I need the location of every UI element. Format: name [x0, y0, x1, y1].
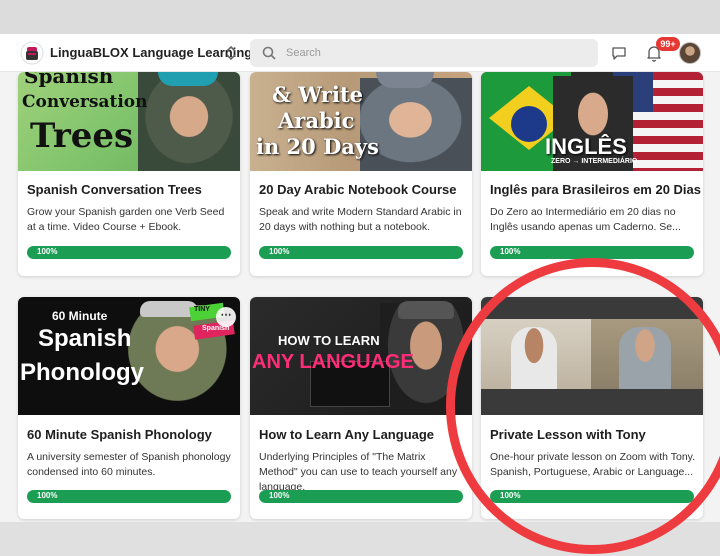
search-input[interactable] [286, 39, 586, 67]
browser-top-area [0, 0, 720, 34]
thumb-text: HOW TO LEARN [278, 333, 380, 348]
progress-bar: 100% [27, 246, 231, 259]
course-title[interactable]: Spanish Conversation Trees [27, 182, 202, 197]
notification-badge: 99+ [656, 37, 680, 51]
avatar[interactable] [679, 42, 701, 64]
chevron-updown-icon[interactable] [224, 43, 238, 63]
course-description: One-hour private lesson on Zoom with Ton… [490, 451, 696, 478]
course-thumbnail: HOW TO LEARN ANY LANGUAGE [250, 297, 472, 415]
course-thumbnail: TINY Spanish 60 Minute Spanish Phonology… [18, 297, 240, 415]
course-thumbnail [481, 297, 703, 415]
progress-bar: 100% [259, 490, 463, 503]
course-title[interactable]: 60 Minute Spanish Phonology [27, 427, 212, 442]
brand-name[interactable]: LinguaBLOX Language Learning [50, 45, 252, 60]
thumb-text: Phonology [20, 359, 144, 386]
course-title[interactable]: Inglês para Brasileiros em 20 Dias [490, 182, 701, 197]
course-card[interactable]: HOW TO LEARN ANY LANGUAGE How to Learn A… [250, 297, 472, 519]
thumb-text: Trees [30, 116, 134, 156]
course-description: Do Zero ao Intermediário em 20 dias no I… [490, 206, 681, 233]
search-bar[interactable] [250, 39, 598, 67]
thumb-text: & Write [272, 82, 364, 107]
course-grid: Spanish Conversation Trees Spanish Conve… [0, 72, 720, 522]
progress-label: 100% [37, 491, 58, 500]
course-description: A university semester of Spanish phonolo… [27, 451, 231, 478]
course-thumbnail: Spanish Conversation Trees [18, 72, 240, 171]
progress-label: 100% [269, 247, 290, 256]
progress-bar: 100% [27, 490, 231, 503]
course-title[interactable]: How to Learn Any Language [259, 427, 434, 442]
search-icon [262, 46, 276, 60]
progress-label: 100% [269, 491, 290, 500]
progress-label: 100% [37, 247, 58, 256]
course-description: Underlying Principles of "The Matrix Met… [259, 451, 458, 493]
course-thumbnail: INGLÊS ZERO → INTERMEDIÁRIO [481, 72, 703, 171]
thumb-text: Spanish [24, 72, 114, 88]
course-card[interactable]: & Write Arabic in 20 Days 20 Day Arabic … [250, 72, 472, 276]
logo-icon[interactable] [20, 41, 44, 65]
course-title[interactable]: Private Lesson with Tony [490, 427, 646, 442]
course-card[interactable]: Private Lesson with Tony One-hour privat… [481, 297, 703, 519]
thumb-text: INGLÊS [545, 134, 627, 159]
thumb-text: Spanish [38, 325, 132, 352]
thumb-text: Arabic [278, 108, 355, 133]
course-thumbnail: & Write Arabic in 20 Days [250, 72, 472, 171]
course-card[interactable]: Spanish Conversation Trees Spanish Conve… [18, 72, 240, 276]
course-title[interactable]: 20 Day Arabic Notebook Course [259, 182, 456, 197]
progress-bar: 100% [490, 246, 694, 259]
thumb-text: Conversation [22, 92, 148, 112]
more-options-icon[interactable]: ⋯ [216, 307, 236, 327]
progress-bar: 100% [259, 246, 463, 259]
progress-label: 100% [500, 247, 521, 256]
chat-icon[interactable] [611, 45, 627, 61]
course-card[interactable]: TINY Spanish 60 Minute Spanish Phonology… [18, 297, 240, 519]
app-header: LinguaBLOX Language Learning 99+ [0, 34, 720, 72]
course-card[interactable]: INGLÊS ZERO → INTERMEDIÁRIO Inglês para … [481, 72, 703, 276]
thumb-text: ANY LANGUAGE [252, 351, 414, 373]
course-description: Speak and write Modern Standard Arabic i… [259, 206, 462, 233]
thumb-text: in 20 Days [256, 134, 379, 159]
thumb-text: ZERO → INTERMEDIÁRIO [551, 158, 638, 165]
course-description: Grow your Spanish garden one Verb Seed a… [27, 206, 225, 233]
progress-label: 100% [500, 491, 521, 500]
progress-bar: 100% [490, 490, 694, 503]
thumb-text: 60 Minute [52, 309, 108, 323]
thumb-text: TINY [194, 306, 210, 313]
bottom-area [0, 522, 720, 556]
